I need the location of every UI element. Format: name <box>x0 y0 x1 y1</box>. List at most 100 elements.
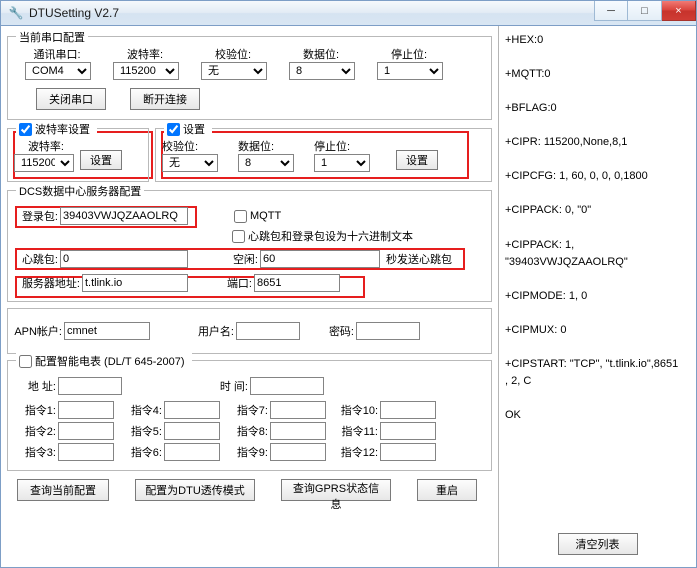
pwd-input[interactable] <box>356 322 420 340</box>
cmd10-input[interactable] <box>380 401 436 419</box>
window-buttons: ─ □ × <box>594 1 696 21</box>
stop-label: 停止位: <box>391 46 427 62</box>
cmd12-input[interactable] <box>380 443 436 461</box>
cmd6-label: 指令6: <box>114 444 162 460</box>
stop2-select[interactable]: 1 <box>314 154 370 172</box>
group-set: 设置 校验位: 无 数据位: 8 停止位: 1 设置 <box>155 128 492 182</box>
group-set-legend: 设置 <box>164 121 212 139</box>
minimize-button[interactable]: ─ <box>594 1 628 21</box>
set-group-checkbox[interactable] <box>167 123 180 136</box>
cmd3-input[interactable] <box>58 443 114 461</box>
meter-group-checkbox[interactable] <box>19 355 32 368</box>
cmd9-label: 指令9: <box>220 444 268 460</box>
data2-label: 数据位: <box>238 138 274 154</box>
user-label: 用户名: <box>164 323 234 339</box>
heart-label: 心跳包: <box>14 251 58 267</box>
maximize-button[interactable]: □ <box>628 1 662 21</box>
cmd1-label: 指令1: <box>14 402 56 418</box>
addr-label: 地 址: <box>14 378 56 394</box>
time-label: 时 间: <box>122 378 248 394</box>
parity-label: 校验位: <box>215 46 251 62</box>
baud-set-button[interactable]: 设置 <box>80 150 122 170</box>
query-conf-button[interactable]: 查询当前配置 <box>17 479 109 501</box>
user-input[interactable] <box>236 322 300 340</box>
login-input[interactable] <box>60 207 188 225</box>
cmd4-label: 指令4: <box>114 402 162 418</box>
cmd8-label: 指令8: <box>220 423 268 439</box>
cmd7-input[interactable] <box>270 401 326 419</box>
meter-group-label: 配置智能电表 (DL/T 645-2007) <box>35 353 185 369</box>
group-baud: 波特率设置 波特率: 115200 设置 <box>7 128 149 182</box>
idle-input[interactable] <box>260 250 380 268</box>
parity2-label: 校验位: <box>162 138 198 154</box>
port-select[interactable]: COM4 <box>25 62 91 80</box>
cmd5-label: 指令5: <box>114 423 162 439</box>
idle-tail-label: 秒发送心跳包 <box>386 251 452 267</box>
login-label: 登录包: <box>14 208 58 224</box>
hex-note-label: 心跳包和登录包设为十六进制文本 <box>248 228 413 244</box>
baud-label: 波特率: <box>127 46 163 62</box>
log-output: +HEX:0 +MQTT:0 +BFLAG:0 +CIPR: 115200,No… <box>503 32 692 533</box>
dtu-mode-button[interactable]: 配置为DTU透传模式 <box>135 479 255 501</box>
port-label: 通讯串口: <box>33 46 80 62</box>
cmd4-input[interactable] <box>164 401 220 419</box>
parity2-select[interactable]: 无 <box>162 154 218 172</box>
group-meter-legend: 配置智能电表 (DL/T 645-2007) <box>16 353 192 371</box>
cmd12-label: 指令12: <box>326 444 378 460</box>
server-input[interactable] <box>82 274 188 292</box>
baud2-label: 波特率: <box>14 138 64 154</box>
cmd11-input[interactable] <box>380 422 436 440</box>
cmd8-input[interactable] <box>270 422 326 440</box>
data-select[interactable]: 8 <box>289 62 355 80</box>
hex-note-checkbox[interactable] <box>232 230 245 243</box>
clear-list-button[interactable]: 清空列表 <box>558 533 638 555</box>
baud-group-label: 波特率设置 <box>35 121 90 137</box>
mqtt-checkbox[interactable] <box>234 210 247 223</box>
cmd9-input[interactable] <box>270 443 326 461</box>
baud2-select[interactable]: 115200 <box>14 154 74 172</box>
group-dcs: DCS数据中心服务器配置 登录包: MQTT 心跳包和登录包设为十六进制文本 心… <box>7 190 492 302</box>
heart-input[interactable] <box>60 250 188 268</box>
cmd6-input[interactable] <box>164 443 220 461</box>
set-set-button[interactable]: 设置 <box>396 150 438 170</box>
cmd5-input[interactable] <box>164 422 220 440</box>
group-apn: APN帐户: 用户名: 密码: <box>7 308 492 354</box>
port-input[interactable] <box>254 274 340 292</box>
close-port-button[interactable]: 关闭串口 <box>36 88 106 110</box>
parity-select[interactable]: 无 <box>201 62 267 80</box>
stop-select[interactable]: 1 <box>377 62 443 80</box>
reboot-button[interactable]: 重启 <box>417 479 477 501</box>
disconnect-button[interactable]: 断开连接 <box>130 88 200 110</box>
server-label: 服务器地址: <box>14 275 80 291</box>
group-serial-legend: 当前串口配置 <box>16 29 88 45</box>
time-input[interactable] <box>250 377 324 395</box>
pwd-label: 密码: <box>310 323 354 339</box>
app-title: DTUSetting V2.7 <box>29 6 119 20</box>
group-baud-legend: 波特率设置 <box>16 121 97 139</box>
stop2-label: 停止位: <box>314 138 350 154</box>
cmd11-label: 指令11: <box>326 423 378 439</box>
cmd10-label: 指令10: <box>326 402 378 418</box>
group-dcs-legend: DCS数据中心服务器配置 <box>16 183 144 199</box>
titlebar: 🔧 DTUSetting V2.7 ─ □ × <box>0 0 697 26</box>
idle-label: 空闲: <box>198 251 258 267</box>
addr-input[interactable] <box>58 377 122 395</box>
group-meter: 配置智能电表 (DL/T 645-2007) 地 址: 时 间: 指令1: 指令… <box>7 360 492 471</box>
query-gprs-button[interactable]: 查询GPRS状态信息 <box>281 479 391 501</box>
group-serial: 当前串口配置 通讯串口: COM4 波特率: 115200 校验位: 无 数据位… <box>7 36 492 120</box>
apn-label: APN帐户: <box>14 323 62 339</box>
close-button[interactable]: × <box>662 1 696 21</box>
data2-select[interactable]: 8 <box>238 154 294 172</box>
apn-input[interactable] <box>64 322 150 340</box>
cmd3-label: 指令3: <box>14 444 56 460</box>
cmd2-label: 指令2: <box>14 423 56 439</box>
port-label2: 端口: <box>198 275 252 291</box>
data-label: 数据位: <box>303 46 339 62</box>
cmd2-input[interactable] <box>58 422 114 440</box>
baud-group-checkbox[interactable] <box>19 123 32 136</box>
set-group-label: 设置 <box>183 121 205 137</box>
cmd1-input[interactable] <box>58 401 114 419</box>
app-icon: 🔧 <box>9 6 23 20</box>
mqtt-label: MQTT <box>250 210 281 222</box>
baud-select[interactable]: 115200 <box>113 62 179 80</box>
